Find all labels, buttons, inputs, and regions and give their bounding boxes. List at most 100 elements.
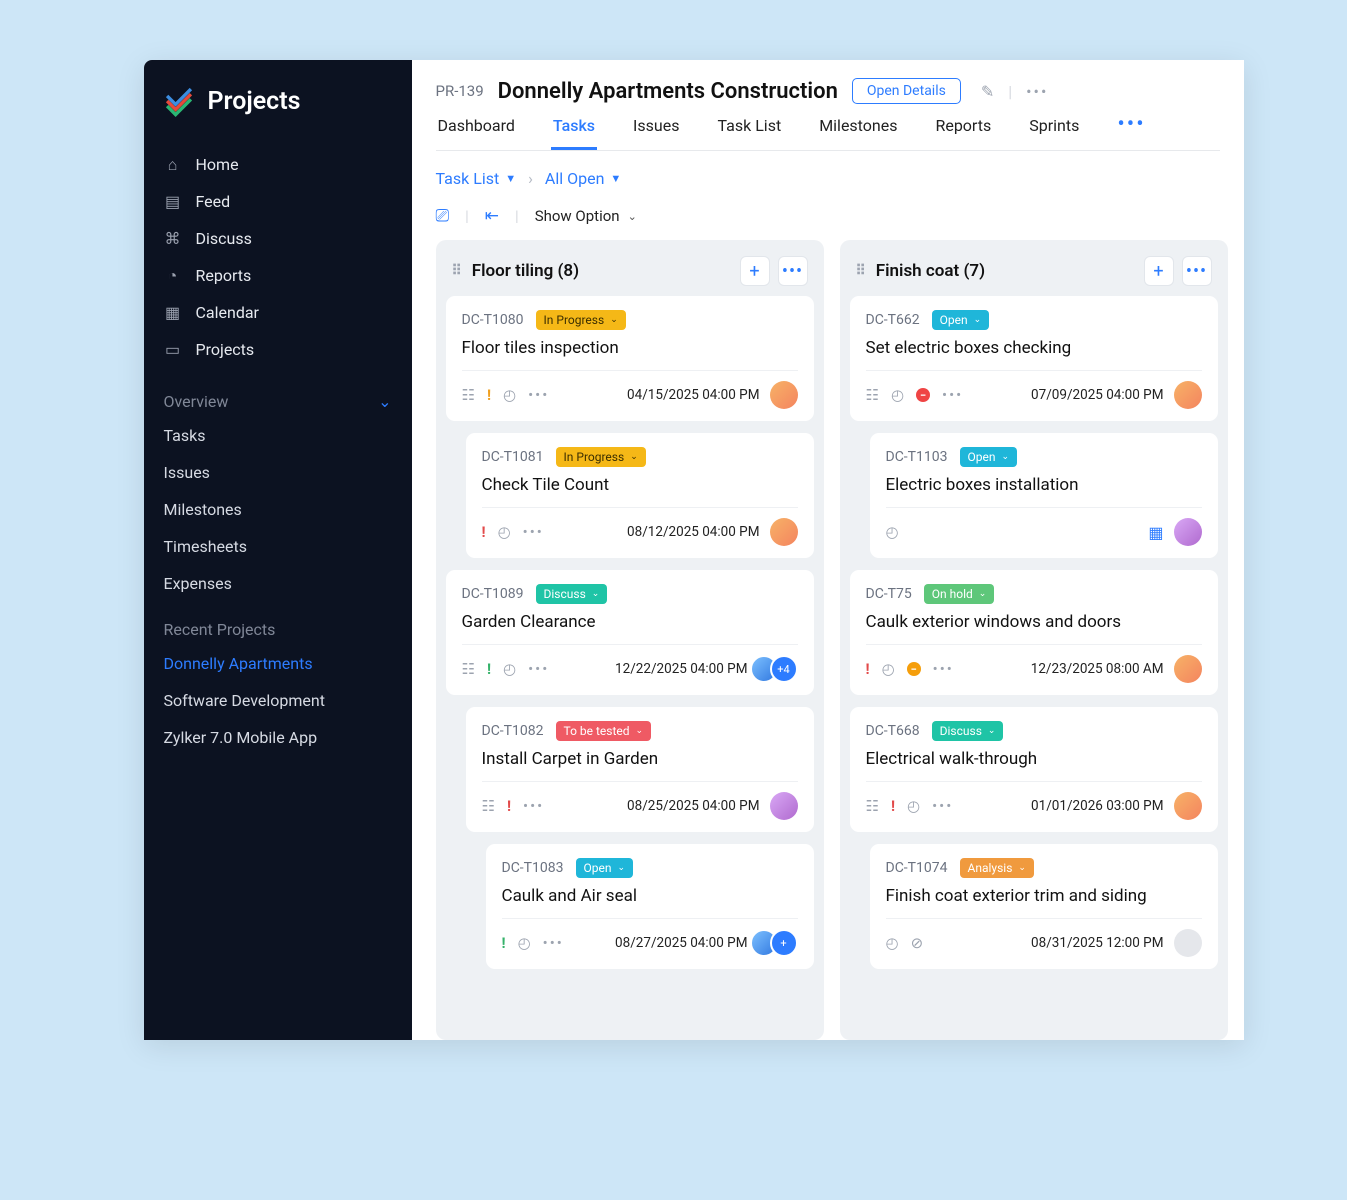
card-more-icon[interactable]: ••• bbox=[942, 386, 963, 404]
task-card[interactable]: DC-T1082To be tested ⌄ Install Carpet in… bbox=[466, 707, 814, 832]
overview-issues[interactable]: Issues bbox=[144, 454, 412, 491]
priority-icon: ! bbox=[502, 934, 506, 952]
nav-home[interactable]: ⌂Home bbox=[144, 146, 412, 183]
tab-issues[interactable]: Issues bbox=[631, 116, 681, 150]
add-task-button[interactable]: + bbox=[740, 256, 770, 286]
card-more-icon[interactable]: ••• bbox=[933, 660, 954, 678]
timer-icon[interactable]: ◴ bbox=[891, 386, 904, 404]
nav-projects[interactable]: ▭Projects bbox=[144, 331, 412, 368]
task-title: Caulk and Air seal bbox=[502, 886, 798, 906]
nav-calendar[interactable]: ▦Calendar bbox=[144, 294, 412, 331]
nav-feed[interactable]: ▤Feed bbox=[144, 183, 412, 220]
task-card[interactable]: DC-T75On hold ⌄ Caulk exterior windows a… bbox=[850, 570, 1218, 695]
reports-icon: ◔ bbox=[164, 267, 182, 285]
task-card[interactable]: DC-T1080In Progress ⌄ Floor tiles inspec… bbox=[446, 296, 814, 421]
timer-icon[interactable]: ◴ bbox=[886, 523, 899, 541]
card-more-icon[interactable]: ••• bbox=[932, 797, 953, 815]
status-badge[interactable]: On hold ⌄ bbox=[924, 584, 995, 604]
timer-icon[interactable]: ◴ bbox=[907, 797, 920, 815]
card-more-icon[interactable]: ••• bbox=[528, 386, 549, 404]
project-code: PR-139 bbox=[436, 82, 484, 100]
task-card[interactable]: DC-T1081In Progress ⌄ Check Tile Count !… bbox=[466, 433, 814, 558]
timer-icon[interactable]: ◴ bbox=[882, 660, 895, 678]
drag-handle-icon[interactable]: ⠿ bbox=[452, 263, 462, 279]
column-more-button[interactable]: ••• bbox=[1182, 256, 1212, 286]
card-more-icon[interactable]: ••• bbox=[523, 523, 544, 541]
status-badge[interactable]: To be tested ⌄ bbox=[556, 721, 652, 741]
timer-icon[interactable]: ◴ bbox=[503, 660, 516, 678]
status-badge[interactable]: Open ⌄ bbox=[932, 310, 990, 330]
status-badge[interactable]: In Progress ⌄ bbox=[536, 310, 626, 330]
tab-more[interactable]: ••• bbox=[1115, 116, 1147, 150]
status-badge[interactable]: Open ⌄ bbox=[576, 858, 634, 878]
card-more-icon[interactable]: ••• bbox=[523, 797, 544, 815]
tab-tasklist[interactable]: Task List bbox=[715, 116, 783, 150]
subtask-icon[interactable]: ☷ bbox=[462, 386, 475, 404]
task-card[interactable]: DC-T1083Open ⌄ Caulk and Air seal !◴•••0… bbox=[486, 844, 814, 969]
nav-discuss[interactable]: ⌘Discuss bbox=[144, 220, 412, 257]
avatar[interactable] bbox=[770, 518, 798, 546]
priority-icon: ! bbox=[482, 523, 486, 541]
avatar[interactable] bbox=[770, 792, 798, 820]
tab-sprints[interactable]: Sprints bbox=[1027, 116, 1081, 150]
recent-project-software[interactable]: Software Development bbox=[144, 682, 412, 719]
overview-section-header[interactable]: Overview ⌄ bbox=[144, 374, 412, 417]
edit-icon[interactable]: ✎ bbox=[981, 82, 994, 101]
task-card[interactable]: DC-T668Discuss ⌄ Electrical walk-through… bbox=[850, 707, 1218, 832]
status-badge[interactable]: Analysis ⌄ bbox=[960, 858, 1034, 878]
overview-tasks[interactable]: Tasks bbox=[144, 417, 412, 454]
logo-text: Projects bbox=[208, 87, 301, 116]
status-badge[interactable]: Discuss ⌄ bbox=[536, 584, 608, 604]
recent-project-zylker[interactable]: Zylker 7.0 Mobile App bbox=[144, 719, 412, 756]
tab-reports[interactable]: Reports bbox=[933, 116, 993, 150]
status-badge[interactable]: In Progress ⌄ bbox=[556, 447, 646, 467]
open-details-button[interactable]: Open Details bbox=[852, 78, 961, 104]
task-card[interactable]: DC-T662Open ⌄ Set electric boxes checkin… bbox=[850, 296, 1218, 421]
subtask-icon[interactable]: ☷ bbox=[462, 660, 475, 678]
subtask-icon[interactable]: ☷ bbox=[482, 797, 495, 815]
avatar-more[interactable]: + bbox=[770, 929, 798, 957]
overview-milestones[interactable]: Milestones bbox=[144, 491, 412, 528]
avatar[interactable] bbox=[1174, 792, 1202, 820]
status-badge[interactable]: Discuss ⌄ bbox=[932, 721, 1004, 741]
recent-project-donnelly[interactable]: Donnelly Apartments bbox=[144, 645, 412, 682]
timer-icon[interactable]: ◴ bbox=[503, 386, 516, 404]
tab-milestones[interactable]: Milestones bbox=[817, 116, 899, 150]
settings-icon[interactable]: ⎚ bbox=[436, 206, 450, 226]
timer-icon[interactable]: ◴ bbox=[886, 934, 899, 952]
breadcrumb-tasklist[interactable]: Task List ▼ bbox=[436, 169, 517, 188]
subtask-icon[interactable]: ☷ bbox=[866, 386, 879, 404]
add-task-button[interactable]: + bbox=[1144, 256, 1174, 286]
tab-tasks[interactable]: Tasks bbox=[551, 116, 597, 150]
avatar[interactable] bbox=[1174, 518, 1202, 546]
timer-icon[interactable]: ◴ bbox=[518, 934, 531, 952]
tab-dashboard[interactable]: Dashboard bbox=[436, 116, 517, 150]
avatar[interactable] bbox=[1174, 929, 1202, 957]
column-more-button[interactable]: ••• bbox=[778, 256, 808, 286]
tag-icon[interactable]: ⊘ bbox=[911, 934, 924, 952]
overview-expenses[interactable]: Expenses bbox=[144, 565, 412, 602]
task-card[interactable]: DC-T1089Discuss ⌄ Garden Clearance ☷!◴••… bbox=[446, 570, 814, 695]
avatar-more[interactable]: +4 bbox=[770, 655, 798, 683]
discuss-icon: ⌘ bbox=[164, 230, 182, 248]
task-card[interactable]: DC-T1103Open ⌄ Electric boxes installati… bbox=[870, 433, 1218, 558]
due-date: 08/25/2025 04:00 PM bbox=[627, 798, 759, 814]
avatar[interactable] bbox=[1174, 655, 1202, 683]
timer-icon[interactable]: ◴ bbox=[498, 523, 511, 541]
due-date: 12/23/2025 08:00 AM bbox=[1031, 661, 1164, 677]
collapse-icon[interactable]: ⇤ bbox=[485, 206, 499, 226]
more-icon[interactable]: ••• bbox=[1026, 82, 1048, 101]
breadcrumb-allopen[interactable]: All Open ▼ bbox=[545, 169, 621, 188]
status-badge[interactable]: Open ⌄ bbox=[960, 447, 1018, 467]
avatar[interactable] bbox=[770, 381, 798, 409]
avatar[interactable] bbox=[1174, 381, 1202, 409]
drag-handle-icon[interactable]: ⠿ bbox=[856, 263, 866, 279]
task-card[interactable]: DC-T1074Analysis ⌄ Finish coat exterior … bbox=[870, 844, 1218, 969]
card-more-icon[interactable]: ••• bbox=[543, 934, 564, 952]
show-option-dropdown[interactable]: Show Option ⌄ bbox=[535, 207, 637, 225]
overview-timesheets[interactable]: Timesheets bbox=[144, 528, 412, 565]
subtask-icon[interactable]: ☷ bbox=[866, 797, 879, 815]
calendar-icon[interactable]: ▦ bbox=[1148, 523, 1163, 542]
nav-reports[interactable]: ◔Reports bbox=[144, 257, 412, 294]
card-more-icon[interactable]: ••• bbox=[528, 660, 549, 678]
